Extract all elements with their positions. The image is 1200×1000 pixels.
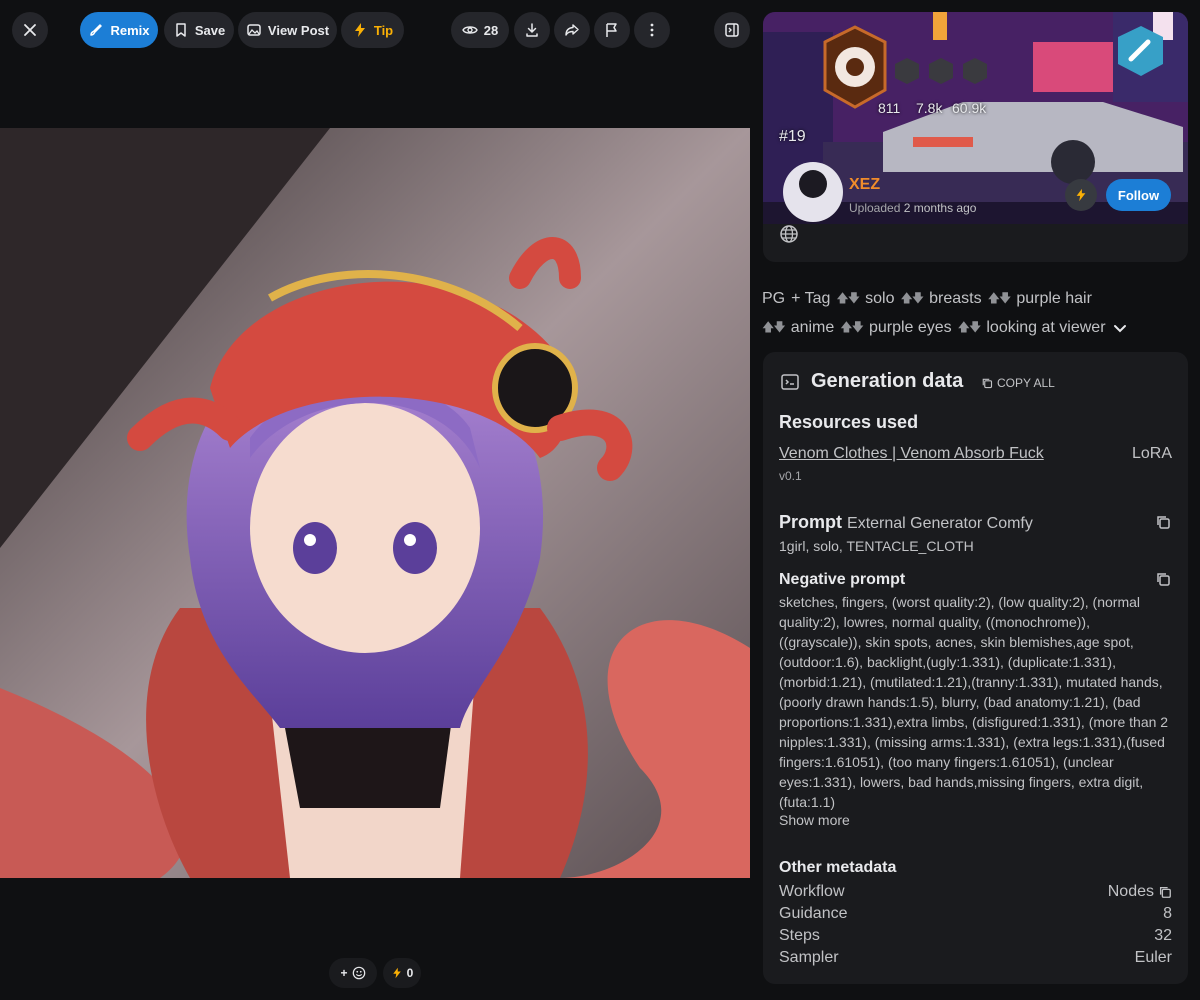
sidebar-collapse-icon [725,23,739,37]
tag-solo[interactable]: solo [865,284,894,313]
tag-purple-hair[interactable]: purple hair [1016,284,1092,313]
tag-looking-at-viewer[interactable]: looking at viewer [986,313,1105,342]
tag-vote-arrows[interactable]: 🡅🡇 [840,313,864,342]
resource-link[interactable]: Venom Clothes | Venom Absorb Fuck [779,445,1044,463]
download-icon [526,23,538,37]
generation-data-panel: Generation data COPY ALL Resources used … [763,352,1188,984]
creator-card: 811 7.8k 60.9k #19 XEZ Uploaded 2 months… [763,12,1188,262]
tag-vote-arrows[interactable]: 🡅🡇 [958,313,982,342]
chevron-down-icon[interactable] [1112,320,1128,336]
resources-heading: Resources used [779,412,919,432]
tip-label: Tip [373,22,394,38]
bolt-icon [1076,188,1086,202]
buzz-count: 0 [406,966,414,980]
remix-button[interactable]: Remix [80,12,158,48]
metadata-row: Guidance 8 [779,905,1172,922]
view-post-label: View Post [267,22,330,38]
brush-icon [90,24,103,36]
globe-icon[interactable] [779,224,799,244]
prompt-text: 1girl, solo, TENTACLE_CLOTH [779,538,974,554]
tag-vote-arrows[interactable]: 🡅🡇 [836,284,860,313]
prompt-heading: Prompt External Generator Comfy [779,512,1033,532]
toggle-sidebar-button[interactable] [714,12,750,48]
plus-label: + [340,966,348,980]
other-metadata-heading: Other metadata [779,859,897,876]
bookmark-icon [176,23,186,37]
close-icon [24,24,36,36]
photo-icon [247,24,261,36]
resource-version: v0.1 [779,469,802,483]
show-more-button[interactable]: Show more [779,812,850,828]
view-post-button[interactable]: View Post [238,12,337,48]
negative-prompt-text: sketches, fingers, (worst quality:2), (l… [779,594,1169,810]
metadata-row: Workflow Nodes [779,883,1172,901]
main-image[interactable] [0,128,750,878]
leaderboard-rank: #19 [779,128,806,145]
tip-button[interactable]: Tip [341,12,404,48]
close-button[interactable] [12,12,48,48]
tag-vote-arrows[interactable]: 🡅🡇 [900,284,924,313]
tag-vote-arrows[interactable]: 🡅🡇 [762,313,786,342]
share-icon [565,24,579,36]
prompt-source: External Generator Comfy [847,515,1033,532]
tag-anime[interactable]: anime [791,313,835,342]
copy-icon [1159,886,1171,898]
uploaded-label: Uploaded [849,201,901,215]
flag-icon [606,23,617,37]
follow-button[interactable]: Follow [1106,179,1171,211]
resource-type: LoRA [1131,445,1172,462]
bolt-icon [392,967,401,979]
tag-list: PG + Tag 🡅🡇 solo 🡅🡇 breasts 🡅🡇 purple ha… [762,284,1187,342]
stat-uploads: 811 [878,100,901,116]
tag-vote-arrows[interactable]: 🡅🡇 [988,284,1012,313]
workflow-value[interactable]: Nodes [1108,883,1172,901]
download-button[interactable] [514,12,550,48]
bolt-icon [354,23,365,37]
add-tag-button[interactable]: + Tag [791,284,830,313]
save-label: Save [194,22,226,38]
tip-creator-button[interactable] [1065,179,1097,211]
buzz-reaction-button[interactable]: 0 [383,958,421,988]
copy-icon [982,378,993,389]
more-options-button[interactable] [634,12,670,48]
metadata-row: Sampler Euler [779,949,1172,966]
save-button[interactable]: Save [164,12,234,48]
creator-username[interactable]: XEZ [849,176,880,194]
stat-downloads: 60.9k [952,100,987,116]
copy-all-button[interactable]: COPY ALL [981,376,1055,390]
dots-vertical-icon [650,23,654,37]
uploaded-time: 2 months ago [903,201,977,215]
generation-title: Generation data [779,370,963,393]
remix-label: Remix [110,22,150,38]
views-count: 28 [483,22,499,38]
tag-breasts[interactable]: breasts [929,284,981,313]
smiley-icon [352,966,365,980]
upload-date: Uploaded 2 months ago [849,201,976,215]
negative-prompt-heading: Negative prompt [779,571,906,588]
eye-icon [461,26,478,34]
metadata-row: Steps 32 [779,927,1172,944]
add-reaction-button[interactable]: + [329,958,377,988]
views-counter: 28 [451,12,509,48]
tag-purple-eyes[interactable]: purple eyes [869,313,952,342]
share-button[interactable] [554,12,590,48]
anime-artwork [0,128,750,878]
report-button[interactable] [594,12,630,48]
rating-badge: PG [762,290,786,307]
copy-negative-icon[interactable] [1155,571,1171,587]
copy-prompt-icon[interactable] [1155,514,1171,530]
stat-likes: 7.8k [916,100,943,116]
code-icon [781,373,799,390]
